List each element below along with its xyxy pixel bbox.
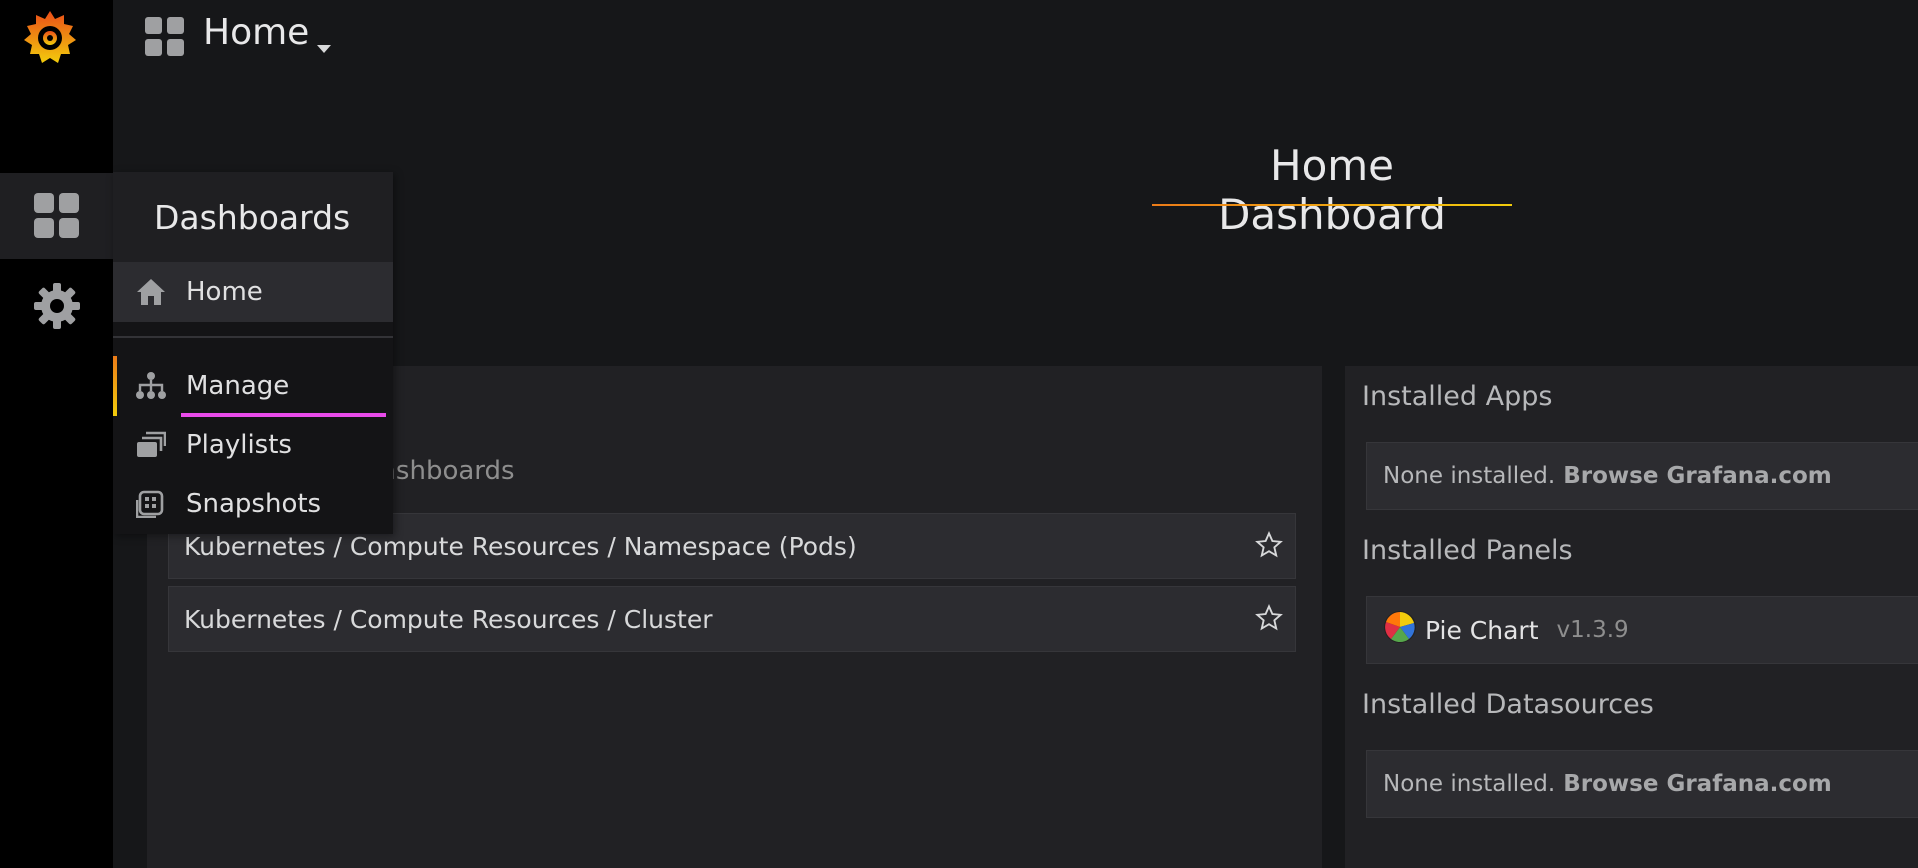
menu-item-manage[interactable]: Manage [113, 356, 393, 417]
none-installed-text: None installed. [1383, 771, 1556, 797]
sitemap-icon [136, 372, 166, 404]
dashboard-link[interactable]: Kubernetes / Compute Resources / Namespa… [184, 532, 857, 561]
star-icon[interactable] [1255, 604, 1283, 638]
menu-item-label: Snapshots [186, 489, 322, 519]
plugin-name[interactable]: Pie Chart [1425, 616, 1539, 645]
grafana-logo-icon[interactable] [20, 6, 80, 66]
dashboard-grid-icon [145, 17, 185, 61]
menu-item-label: Manage [186, 371, 290, 401]
pie-chart-icon [1383, 610, 1417, 650]
installed-apps-heading: Installed Apps [1362, 381, 1553, 412]
menu-item-playlists[interactable]: Playlists [113, 415, 393, 475]
chevron-down-icon[interactable] [317, 38, 331, 57]
dashboard-picker-title[interactable]: Home [203, 12, 309, 53]
dashboard-link[interactable]: Kubernetes / Compute Resources / Cluster [184, 605, 713, 634]
installed-apps-box: None installed. Browse Grafana.com [1366, 442, 1918, 510]
active-accent-bar [113, 356, 117, 416]
none-installed-text: None installed. [1383, 463, 1556, 489]
title-underline [1152, 204, 1512, 206]
installed-datasources-heading: Installed Datasources [1362, 689, 1654, 720]
home-icon [136, 278, 166, 310]
menu-item-label: Playlists [186, 430, 292, 460]
playlists-icon [136, 431, 167, 463]
browse-grafana-link[interactable]: Browse Grafana.com [1563, 463, 1832, 489]
menu-divider [113, 336, 393, 338]
menu-item-label: Home [186, 277, 263, 307]
menu-header[interactable]: Dashboards [113, 172, 393, 262]
menu-item-home[interactable]: Home [113, 262, 393, 322]
top-navbar: Home [113, 0, 1918, 76]
page-title: Home Dashboard [1218, 141, 1446, 239]
snapshots-icon [135, 490, 166, 522]
recent-dashboards-heading: ashboards [380, 456, 515, 486]
plugin-version: v1.3.9 [1556, 617, 1629, 643]
sidebar-dashboards-icon[interactable] [0, 173, 113, 259]
installed-panels-heading: Installed Panels [1362, 535, 1573, 566]
star-icon[interactable] [1255, 531, 1283, 565]
dashboards-dropdown-menu: Dashboards Home Manage Playlists Snapsho… [113, 172, 393, 534]
menu-item-snapshots[interactable]: Snapshots [113, 474, 393, 534]
installed-datasources-box: None installed. Browse Grafana.com [1366, 750, 1918, 818]
dashboard-list-item[interactable]: Kubernetes / Compute Resources / Cluster [168, 586, 1296, 652]
sidebar-settings-gear-icon[interactable] [0, 263, 113, 349]
installed-panel-item[interactable]: Pie Chart v1.3.9 [1366, 596, 1918, 664]
sidebar [0, 0, 113, 868]
browse-grafana-link[interactable]: Browse Grafana.com [1563, 771, 1832, 797]
